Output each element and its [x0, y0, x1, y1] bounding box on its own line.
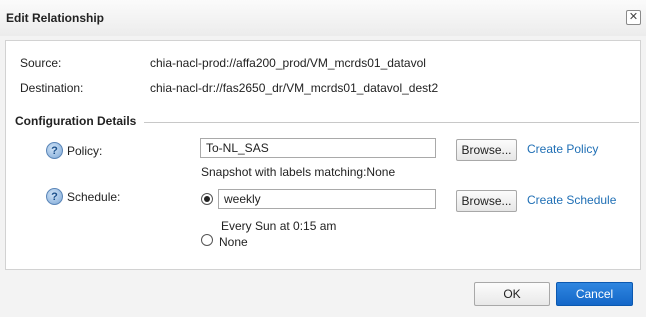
destination-value: chia-nacl-dr://fas2650_dr/VM_mcrds01_dat…	[150, 81, 439, 95]
section-divider	[144, 122, 639, 123]
help-icon[interactable]: ?	[46, 142, 63, 159]
create-schedule-link[interactable]: Create Schedule	[527, 193, 616, 207]
schedule-input[interactable]	[218, 189, 436, 209]
dialog-title: Edit Relationship	[6, 11, 105, 25]
policy-label: Policy:	[67, 144, 103, 158]
schedule-note: Every Sun at 0:15 am	[221, 219, 337, 233]
schedule-label: Schedule:	[67, 190, 121, 204]
source-value: chia-nacl-prod://affa200_prod/VM_mcrds01…	[150, 56, 426, 70]
destination-label: Destination:	[20, 81, 84, 95]
schedule-browse-button[interactable]: Browse...	[456, 190, 517, 212]
cancel-button[interactable]: Cancel	[556, 282, 633, 306]
policy-note: Snapshot with labels matching:None	[201, 165, 396, 179]
schedule-radio-weekly[interactable]	[201, 193, 213, 205]
schedule-none-label: None	[219, 235, 248, 249]
close-icon[interactable]: ✕	[626, 10, 641, 25]
create-policy-link[interactable]: Create Policy	[527, 142, 598, 156]
dialog-titlebar: Edit Relationship ✕	[0, 0, 646, 36]
schedule-radio-none[interactable]	[201, 234, 213, 246]
help-icon[interactable]: ?	[46, 188, 63, 205]
policy-browse-button[interactable]: Browse...	[456, 139, 517, 161]
configuration-details-heading: Configuration Details	[15, 114, 137, 128]
ok-button[interactable]: OK	[474, 282, 550, 306]
policy-input[interactable]	[200, 138, 436, 158]
source-label: Source:	[20, 56, 62, 70]
